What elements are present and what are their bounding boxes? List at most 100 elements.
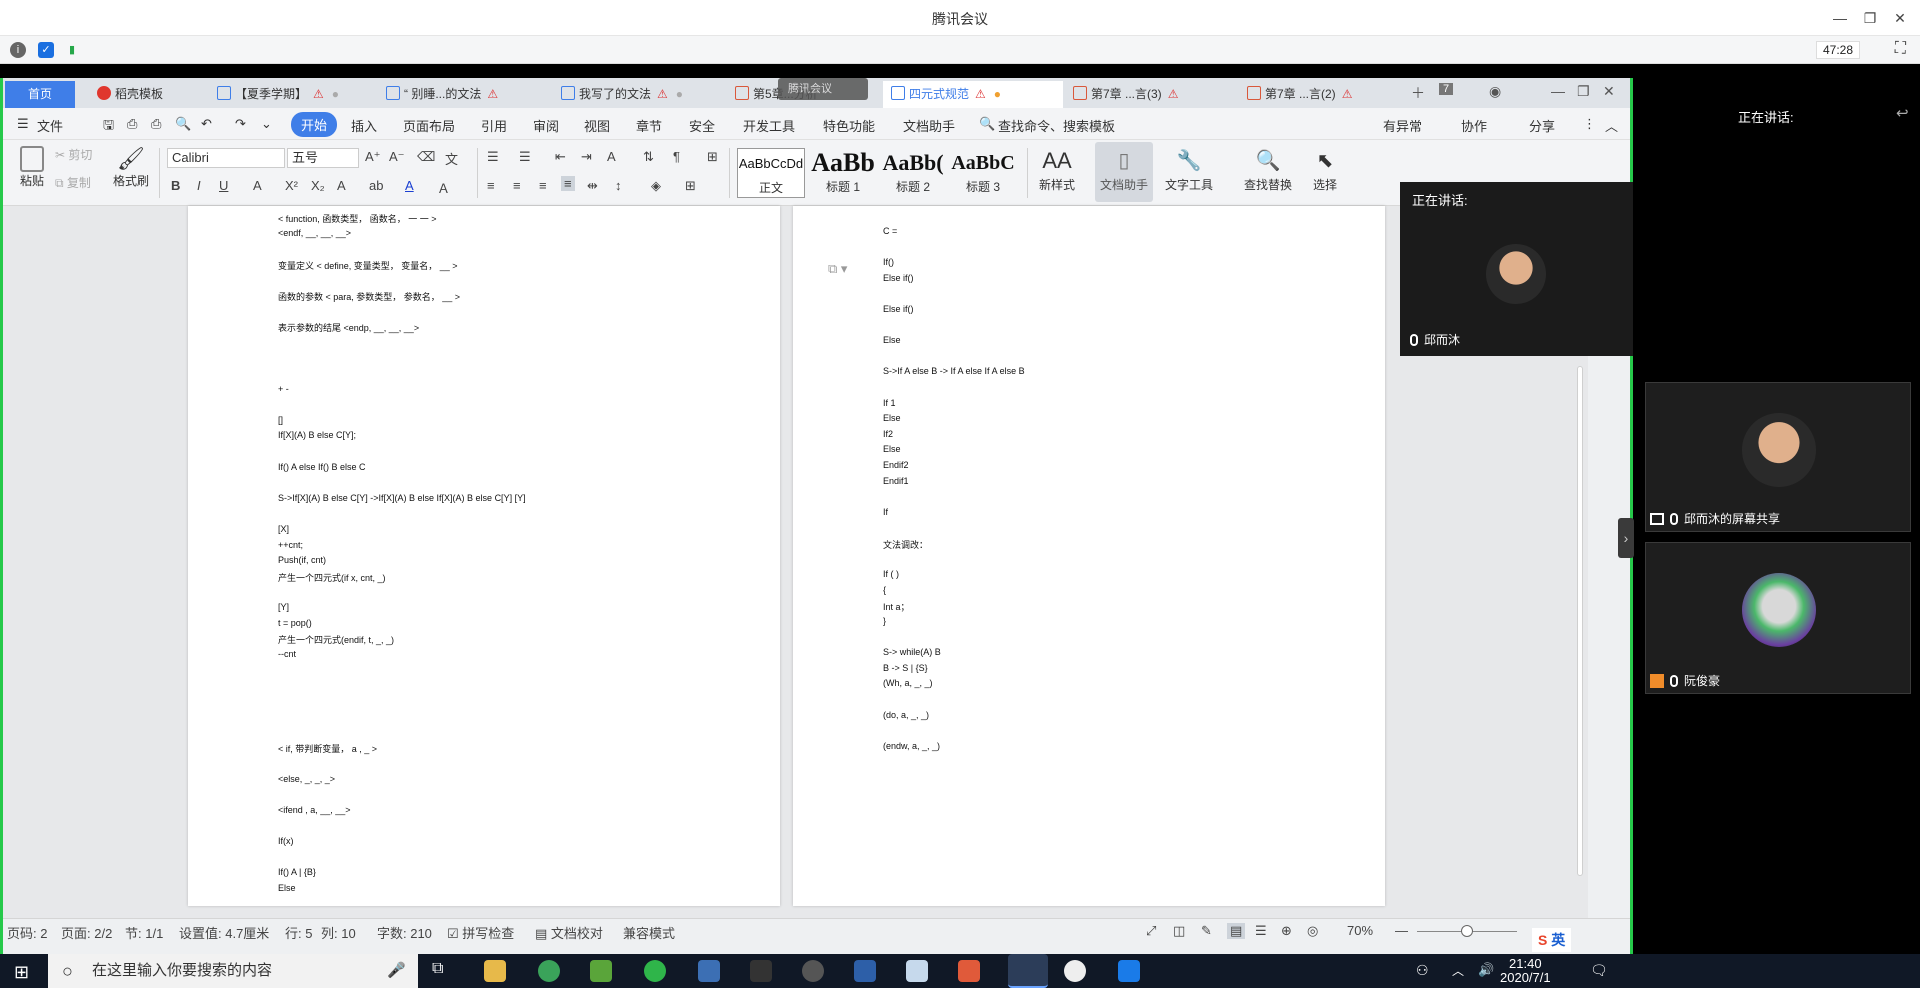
text-tools-button[interactable]: 🔧 文字工具 <box>1159 146 1219 193</box>
align-right-icon[interactable]: ≡ <box>539 178 547 193</box>
document-tab[interactable]: 【夏季学期】 ⚠ ● <box>209 81 369 108</box>
zoom-out-icon[interactable]: — <box>1395 923 1408 938</box>
write-mode-icon[interactable]: ✎ <box>1201 923 1212 939</box>
document-line[interactable]: If() A else If() B else C <box>278 462 366 472</box>
document-line[interactable]: (do, a, _, _) <box>883 710 929 720</box>
taskbar-search[interactable]: ○ 在这里输入你要搜索的内容 🎤 <box>48 954 418 988</box>
align-center-icon[interactable]: ≡ <box>513 178 521 193</box>
tencent-meeting-icon[interactable] <box>1118 960 1140 982</box>
cut-button[interactable]: ✂ 剪切 <box>55 146 92 163</box>
font-color-icon[interactable]: A <box>405 178 414 193</box>
document-line[interactable]: t = pop() <box>278 618 312 628</box>
document-line[interactable]: < function, 函数类型， 函数名， 一 一 > <box>278 212 437 225</box>
menu-item[interactable]: 视图 <box>584 116 610 135</box>
github-icon[interactable] <box>802 960 824 982</box>
document-line[interactable]: If() A | {B} <box>278 867 316 877</box>
doc-assistant-button[interactable]: ▯ 文档助手 <box>1095 142 1153 202</box>
info-icon[interactable]: i <box>10 42 26 58</box>
document-line[interactable]: If 1 <box>883 398 896 408</box>
proofread-button[interactable]: ▤ 文档校对 <box>535 923 603 942</box>
taskbar-clock[interactable]: 21:40 2020/7/1 <box>1500 957 1551 985</box>
bullet-list-icon[interactable]: ☰ <box>487 149 499 165</box>
border-icon[interactable]: ⊞ <box>685 178 696 194</box>
line-spacing-icon[interactable]: ↕ <box>615 178 622 193</box>
sort-icon[interactable]: ⇅ <box>643 149 654 165</box>
grow-font-icon[interactable]: A⁺ <box>365 149 381 165</box>
menu-item[interactable]: 开发工具 <box>743 116 795 135</box>
zoom-level[interactable]: 70% <box>1347 923 1373 938</box>
panel-expand-icon[interactable]: › <box>1618 518 1634 558</box>
customize-icon[interactable]: ⌄ <box>261 116 272 132</box>
document-tab[interactable]: “ 别睡...的文法 ⚠ <box>378 81 548 108</box>
more-icon[interactable]: ⋮ <box>1583 116 1596 132</box>
bold-icon[interactable]: B <box>171 178 180 193</box>
document-line[interactable]: [X] <box>278 524 289 534</box>
photos-icon[interactable] <box>906 960 928 982</box>
underline-icon[interactable]: U <box>219 178 228 193</box>
spell-check-button[interactable]: ☑ 拼写检查 <box>447 923 514 942</box>
paste-button[interactable]: 粘贴 <box>17 146 47 189</box>
strikethrough-icon[interactable]: A <box>253 178 262 193</box>
font-size-select[interactable]: 五号 <box>287 148 359 168</box>
document-line[interactable]: If(x) <box>278 836 294 846</box>
distribute-icon[interactable]: ⇹ <box>587 178 598 194</box>
document-line[interactable]: Push(if, cnt) <box>278 555 326 565</box>
shrink-font-icon[interactable]: A⁻ <box>389 149 405 165</box>
indent-icon[interactable]: ⇥ <box>581 149 592 165</box>
git-icon[interactable] <box>958 960 980 982</box>
restore-button[interactable]: ❐ <box>1858 6 1882 30</box>
share-button[interactable]: 分享 <box>1529 116 1555 135</box>
focus-mode-icon[interactable]: ⤢ <box>1146 923 1156 939</box>
paragraph-handle-icon[interactable]: ⧉ ▾ <box>828 261 847 277</box>
clear-format-icon[interactable]: ⌫ <box>417 149 435 165</box>
task-view-icon[interactable]: ⧉ <box>432 960 454 982</box>
font-family-select[interactable]: Calibri <box>167 148 285 168</box>
vertical-scrollbar[interactable] <box>1573 366 1587 906</box>
document-line[interactable]: 变量定义 < define, 变量类型， 变量名， __ > <box>278 259 458 272</box>
devcpp-icon[interactable] <box>854 960 876 982</box>
menu-item[interactable]: 审阅 <box>533 116 559 135</box>
document-tab[interactable]: 稻壳模板 <box>89 81 207 108</box>
numbered-list-icon[interactable]: ☰ <box>519 149 531 165</box>
eye-protect-icon[interactable]: ◎ <box>1307 923 1318 939</box>
tab-count[interactable]: 7 <box>1439 83 1454 95</box>
document-line[interactable]: <else, _, _, _> <box>278 774 335 784</box>
scroll-track[interactable] <box>1577 366 1583 876</box>
preview-icon[interactable]: 🔍 <box>175 116 191 132</box>
app-icon[interactable] <box>698 960 720 982</box>
read-mode-icon[interactable]: ◫ <box>1173 923 1185 939</box>
find-replace-button[interactable]: 🔍 查找替换 <box>1237 146 1299 193</box>
tray-chevron-icon[interactable]: ︿ <box>1452 962 1464 979</box>
speaker-video-panel[interactable]: 正在讲话: 邱而沐 <box>1400 182 1633 356</box>
text-effect-icon[interactable]: A <box>337 178 346 193</box>
document-line[interactable]: (endw, a, _, _) <box>883 741 940 751</box>
document-line[interactable]: S->If[X](A) B else C[Y] ->If[X](A) B els… <box>278 493 526 503</box>
outdent-icon[interactable]: ⇤ <box>555 149 566 165</box>
close-button[interactable]: ✕ <box>1888 6 1912 30</box>
notification-icon[interactable]: 🗨 <box>1590 962 1608 979</box>
windows-start-icon[interactable]: ⊞ <box>14 962 29 983</box>
document-line[interactable]: --cnt <box>278 649 296 659</box>
collab-button[interactable]: 协作 <box>1461 116 1487 135</box>
terminal-icon[interactable] <box>750 960 772 982</box>
redo-icon[interactable]: ↷ <box>235 116 246 132</box>
wps-taskbar-icon[interactable] <box>1008 954 1048 988</box>
document-tab[interactable]: 四元式规范 ⚠ ● <box>883 81 1063 108</box>
menu-item[interactable]: 引用 <box>481 116 507 135</box>
chrome-icon[interactable] <box>538 960 560 982</box>
people-icon[interactable]: ⚇ <box>1416 962 1429 979</box>
document-line[interactable]: { <box>883 585 886 595</box>
document-line[interactable]: B -> S | {S} <box>883 663 928 673</box>
document-line[interactable]: < if, 带判断变量， a , _ > <box>278 742 377 755</box>
wechat-icon[interactable] <box>644 960 666 982</box>
superscript-icon[interactable]: X² <box>285 178 298 193</box>
document-line[interactable]: Else if() <box>883 273 914 283</box>
document-page-1[interactable]: < function, 函数类型， 函数名， 一 一 > <endf, __, _… <box>188 206 780 906</box>
signal-icon[interactable]: ▮ <box>64 42 80 58</box>
italic-icon[interactable]: I <box>197 178 201 193</box>
document-line[interactable]: + - <box>278 384 289 394</box>
outline-view-icon[interactable]: ☰ <box>1255 923 1267 939</box>
document-line[interactable]: If() <box>883 257 894 267</box>
print-icon[interactable]: ⎙ <box>151 116 161 132</box>
wps-close-icon[interactable]: ✕ <box>1603 83 1615 100</box>
